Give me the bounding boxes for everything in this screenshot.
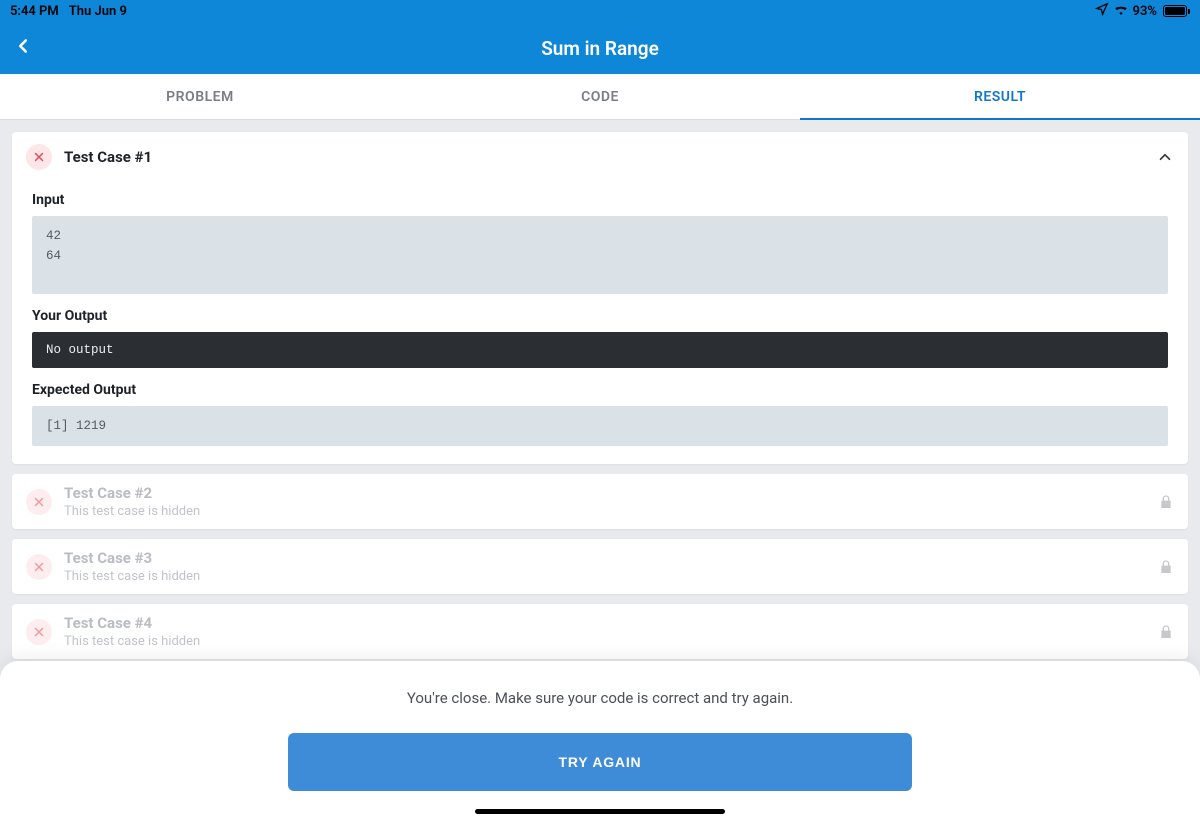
navbar: Sum in Range [0, 22, 1200, 74]
back-button[interactable] [12, 35, 34, 61]
wifi-icon [1113, 3, 1129, 19]
status-bar: 5:44 PM Thu Jun 9 93% [0, 0, 1200, 22]
test-case-1-body: Input 42 64 Your Output No output Expect… [12, 182, 1188, 464]
location-icon [1095, 2, 1109, 20]
test-case-4-header[interactable]: Test Case #4 This test case is hidden [12, 604, 1188, 659]
expected-output-value: [1] 1219 [32, 406, 1168, 446]
test-case-2-header[interactable]: Test Case #2 This test case is hidden [12, 474, 1188, 529]
your-output-label: Your Output [32, 308, 1168, 324]
battery-pct: 93% [1133, 4, 1157, 19]
fail-icon [26, 619, 52, 645]
tab-problem[interactable]: PROBLEM [0, 74, 400, 119]
test-case-3-header[interactable]: Test Case #3 This test case is hidden [12, 539, 1188, 594]
tab-bar: PROBLEM CODE RESULT [0, 74, 1200, 120]
test-case-4-title: Test Case #4 [64, 614, 200, 632]
status-time: 5:44 PM [10, 4, 59, 19]
bottom-sheet: You're close. Make sure your code is cor… [0, 661, 1200, 838]
fail-icon [26, 144, 52, 170]
tab-result[interactable]: RESULT [800, 74, 1200, 119]
test-case-1-header[interactable]: Test Case #1 [12, 132, 1188, 182]
test-case-2: Test Case #2 This test case is hidden [12, 474, 1188, 529]
battery-icon [1161, 5, 1190, 17]
test-case-2-sub: This test case is hidden [64, 504, 200, 519]
status-date: Thu Jun 9 [69, 4, 127, 19]
expected-output-label: Expected Output [32, 382, 1168, 398]
page-title: Sum in Range [0, 37, 1200, 60]
test-case-3-sub: This test case is hidden [64, 569, 200, 584]
your-output-value: No output [32, 332, 1168, 368]
test-case-1-title: Test Case #1 [64, 148, 152, 166]
fail-icon [26, 489, 52, 515]
test-case-3: Test Case #3 This test case is hidden [12, 539, 1188, 594]
test-case-2-title: Test Case #2 [64, 484, 200, 502]
sheet-message: You're close. Make sure your code is cor… [407, 689, 793, 707]
lock-icon [1158, 558, 1174, 576]
test-case-3-title: Test Case #3 [64, 549, 200, 567]
test-case-4-sub: This test case is hidden [64, 634, 200, 649]
input-value: 42 64 [32, 216, 1168, 294]
chevron-up-icon [1156, 148, 1174, 166]
input-label: Input [32, 192, 1168, 208]
lock-icon [1158, 623, 1174, 641]
results-content: Test Case #1 Input 42 64 Your Output No … [0, 120, 1200, 681]
tab-code[interactable]: CODE [400, 74, 800, 119]
lock-icon [1158, 493, 1174, 511]
test-case-1: Test Case #1 Input 42 64 Your Output No … [12, 132, 1188, 464]
fail-icon [26, 554, 52, 580]
try-again-button[interactable]: TRY AGAIN [288, 733, 912, 791]
test-case-4: Test Case #4 This test case is hidden [12, 604, 1188, 659]
home-indicator[interactable] [475, 809, 725, 814]
